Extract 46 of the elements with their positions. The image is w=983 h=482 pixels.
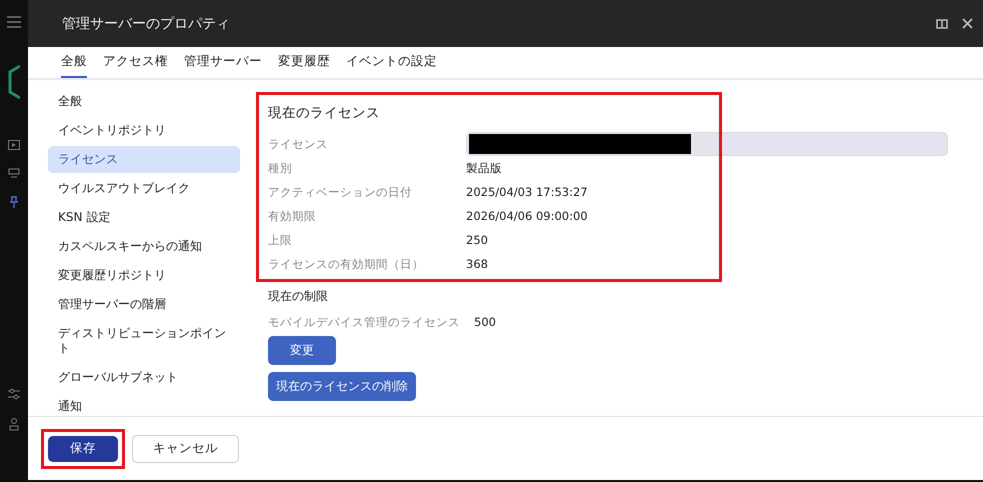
sidebar-item[interactable]: 通知 (48, 393, 240, 416)
menu-icon[interactable] (7, 16, 21, 28)
cancel-button[interactable]: キャンセル (132, 434, 239, 462)
sidebar-item[interactable]: ウイルスアウトブレイク (48, 175, 240, 202)
delete-license-button[interactable]: 現在のライセンスの削除 (268, 372, 416, 401)
field-value: 2026/04/06 09:00:00 (466, 209, 589, 223)
sidebar-item[interactable]: ディストリビューションポイント (48, 320, 240, 362)
field-value: 250 (466, 233, 489, 247)
pin-icon[interactable] (9, 196, 19, 208)
sidebar-item[interactable]: イベントリポジトリ (48, 117, 240, 144)
dialog-title: 管理サーバーのプロパティ (62, 14, 231, 32)
field-value: 2025/04/03 17:53:27 (466, 185, 589, 199)
field-label: モバイルデバイス管理のライセンス (268, 315, 460, 330)
field-label: 種別 (268, 160, 293, 176)
book-icon[interactable] (936, 18, 948, 28)
sidebar-item[interactable]: 変更履歴リポジトリ (48, 262, 240, 289)
play-icon[interactable] (8, 140, 20, 150)
field-label: ライセンス (268, 136, 329, 152)
logo-icon (8, 64, 20, 100)
tab[interactable]: 変更履歴 (278, 47, 330, 78)
field-label: 有効期限 (268, 208, 317, 224)
field-value: 368 (466, 257, 489, 271)
save-button[interactable]: 保存 (48, 436, 118, 462)
sidebar-item[interactable]: 管理サーバーの階層 (48, 291, 240, 318)
sliders-icon[interactable] (8, 388, 20, 400)
close-icon[interactable] (962, 18, 973, 29)
field-value: 製品版 (466, 160, 503, 176)
field-label: ライセンスの有効期間（日） (268, 256, 425, 272)
tab[interactable]: イベントの設定 (346, 47, 437, 78)
device-icon[interactable] (8, 168, 20, 178)
field-value: 500 (474, 315, 496, 330)
sidebar-item[interactable]: カスペルスキーからの通知 (48, 233, 240, 260)
license-field[interactable] (466, 132, 948, 156)
section-title: 現在のライセンス (268, 104, 381, 122)
tab[interactable]: 全般 (61, 47, 87, 78)
section-title: 現在の制限 (268, 288, 329, 305)
field-label: アクティベーションの日付 (268, 184, 413, 200)
sidebar-item[interactable]: グローバルサブネット (48, 364, 240, 391)
sidebar-item[interactable]: KSN 設定 (48, 204, 240, 231)
sidebar-item[interactable]: 全般 (48, 88, 240, 115)
change-button[interactable]: 変更 (268, 336, 336, 365)
tab[interactable]: アクセス権 (103, 47, 168, 78)
field-label: 上限 (268, 232, 293, 248)
user-icon[interactable] (9, 418, 19, 431)
tab[interactable]: 管理サーバー (184, 47, 262, 78)
sidebar-item[interactable]: ライセンス (48, 146, 240, 173)
